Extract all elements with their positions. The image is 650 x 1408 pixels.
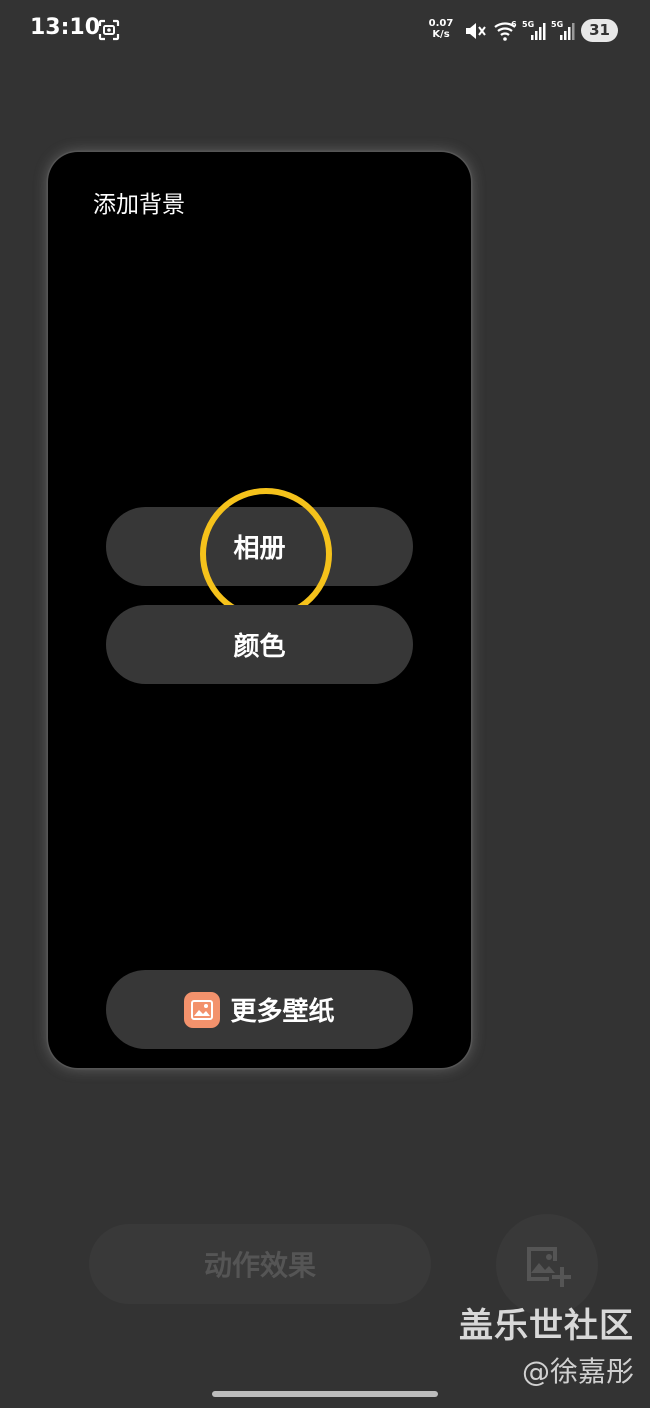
more-wallpapers-label: 更多壁纸 [230,997,335,1027]
net-speed-unit: K/s [432,29,450,40]
color-label: 颜色 [233,632,286,662]
screen: 13:10 0.07 K/s 6 5G 5G 31 添加背景 相册 颜色 更多壁… [0,0,650,1408]
wifi-icon: 6 [494,20,517,41]
status-bar: 13:10 0.07 K/s 6 5G 5G 31 [0,0,650,62]
svg-text:5G: 5G [551,20,563,29]
add-image-icon [527,1247,571,1287]
svg-text:5G: 5G [522,20,534,29]
watermark-community: 盖乐世社区 [459,1306,634,1346]
status-time: 13:10 [30,15,101,40]
card-title: 添加背景 [93,192,185,218]
mute-icon [466,23,486,39]
net-speed-value: 0.07 [428,18,454,29]
background-preview-card: 添加背景 相册 颜色 更多壁纸 [48,152,471,1068]
battery-indicator: 31 [581,19,618,42]
signal-5g-icon: 5G [522,20,546,40]
motion-effect-button[interactable]: 动作效果 [89,1224,431,1304]
net-speed: 0.07 K/s [426,18,456,40]
home-indicator[interactable] [212,1391,438,1397]
screenshot-icon [98,19,120,41]
watermark-author: @徐嘉彤 [521,1355,634,1388]
color-button[interactable]: 颜色 [106,605,413,684]
album-button[interactable]: 相册 [106,507,413,586]
album-label: 相册 [233,534,286,564]
signal-5g-icon: 5G [551,20,575,40]
motion-effect-label: 动作效果 [203,1249,316,1282]
svg-text:6: 6 [511,20,517,29]
more-wallpapers-button[interactable]: 更多壁纸 [106,970,413,1049]
wallpaper-picture-icon [184,991,221,1028]
